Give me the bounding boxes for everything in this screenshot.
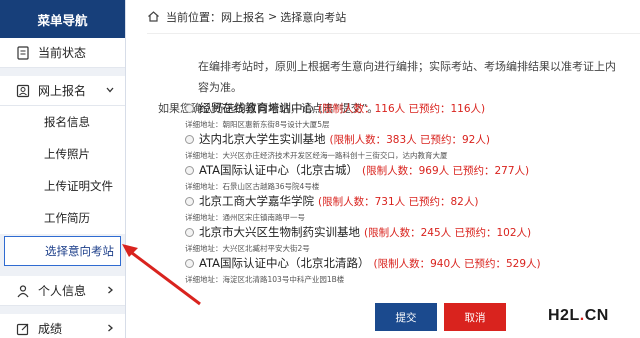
radio-button[interactable] [185,228,194,237]
exam-site-option[interactable]: ATA国际认证中心（北京古城） (限制人数：969人 已预约：277人) 详细地址… [185,162,625,193]
radio-button[interactable] [185,104,194,113]
chevron-right-icon [108,324,113,332]
sidebar-subitem-upload-documents[interactable]: 上传证明文件 [0,170,125,202]
document-icon [17,45,29,60]
user-icon [17,284,29,297]
site-limits: (限制人数：116人 已预约：116人) [318,103,486,115]
site-address: 详细地址：大兴区北臧村平安大街2号 [185,244,310,253]
exam-site-list: 经贸在线教育培训中心 (限制人数：116人 已预约：116人) 详细地址：朝阳区惠… [185,100,625,286]
edit-icon [16,323,29,335]
submit-button[interactable]: 提交 [375,303,437,331]
site-name: 北京市大兴区生物制药实训基地 [199,225,360,239]
user-icon [16,84,30,97]
site-name: ATA国际认证中心（北京北清路） [199,256,370,270]
chevron-down-icon [106,87,114,93]
sidebar-divider [0,68,125,76]
radio-button[interactable] [185,135,194,144]
radio-button[interactable] [185,197,194,206]
breadcrumb-item: 选择意向考站 [280,10,347,24]
exam-site-option[interactable]: 北京市大兴区生物制药实训基地 (限制人数：245人 已预约：102人) 详细地址：… [185,224,625,255]
site-limits: (限制人数：731人 已预约：82人) [318,196,479,208]
exam-site-option[interactable]: 达内北京大学生实训基地 (限制人数：383人 已预约：92人) 详细地址：大兴区亦… [185,131,625,162]
chevron-right-icon [108,286,113,294]
sidebar-item-scores[interactable]: 成绩 [0,314,125,338]
sidebar-item-personal-info[interactable]: 个人信息 [0,276,125,306]
site-limits: (限制人数：383人 已预约：92人) [329,134,490,146]
watermark-logo: H2L.CN [548,307,609,324]
exam-site-option[interactable]: ATA国际认证中心（北京北清路） (限制人数：940人 已预约：529人) 详细地… [185,255,625,286]
radio-button[interactable] [185,259,194,268]
site-name: ATA国际认证中心（北京古城） [199,163,358,177]
site-address: 详细地址：朝阳区惠新东街8号设计大厦5层 [185,120,330,129]
sidebar-subitem-select-exam-site[interactable]: 选择意向考站 [4,236,121,266]
sidebar-item-label: 网上报名 [38,84,87,98]
sidebar-subitem-registration-info[interactable]: 报名信息 [0,106,125,138]
sidebar-item-online-registration[interactable]: 网上报名 [0,76,125,106]
sidebar-item-label: 当前状态 [38,46,87,60]
sidebar-item-current-status[interactable]: 当前状态 [0,38,125,68]
site-address: 详细地址：石景山区古越路36号院4号楼 [185,182,320,191]
exam-site-option[interactable]: 北京工商大学嘉华学院 (限制人数：731人 已预约：82人) 详细地址：通州区宋庄… [185,193,625,224]
sidebar-subitem-work-resume[interactable]: 工作简历 [0,202,125,234]
site-name: 达内北京大学生实训基地 [199,132,326,146]
exam-site-option[interactable]: 经贸在线教育培训中心 (限制人数：116人 已预约：116人) 详细地址：朝阳区惠… [185,100,625,131]
site-limits: (限制人数：969人 已预约：277人) [361,165,530,177]
site-address: 详细地址：海淀区北清路103号中科产业园1B楼 [185,275,345,284]
cancel-button[interactable]: 取消 [444,303,506,331]
home-icon [148,11,159,22]
breadcrumb-item[interactable]: 网上报名 [221,9,265,25]
site-name: 北京工商大学嘉华学院 [199,194,314,208]
breadcrumb-separator: > [268,10,278,23]
sidebar-subitem-upload-photo[interactable]: 上传照片 [0,138,125,170]
sidebar-divider [0,268,125,276]
sidebar-item-label: 成绩 [38,322,63,336]
sidebar-item-label: 个人信息 [38,284,87,298]
site-address: 详细地址：大兴区亦庄经济技术开发区经海一路科创十三街交口，达内教育大厦 [185,151,448,160]
site-limits: (限制人数：940人 已预约：529人) [373,258,541,270]
site-address: 详细地址：通州区宋庄镇南路甲一号 [185,213,305,222]
site-limits: (限制人数：245人 已预约：102人) [364,227,532,239]
sidebar-title: 菜单导航 [0,0,125,38]
sidebar-divider [0,306,125,314]
breadcrumb: 当前位置： 网上报名 > 选择意向考站 [147,0,640,34]
site-name: 经贸在线教育培训中心 [199,101,314,115]
breadcrumb-prefix: 当前位置： [166,10,221,24]
radio-button[interactable] [185,166,194,175]
sidebar: 菜单导航 当前状态 网上报名 报名信息 上传照片 上传证明文件 工作简历 选择意… [0,0,126,338]
instruction-line: 在编排考站时，原则上根据考生意向进行编排；实际考站、考场编排结果以准考证上内容为… [198,60,616,94]
